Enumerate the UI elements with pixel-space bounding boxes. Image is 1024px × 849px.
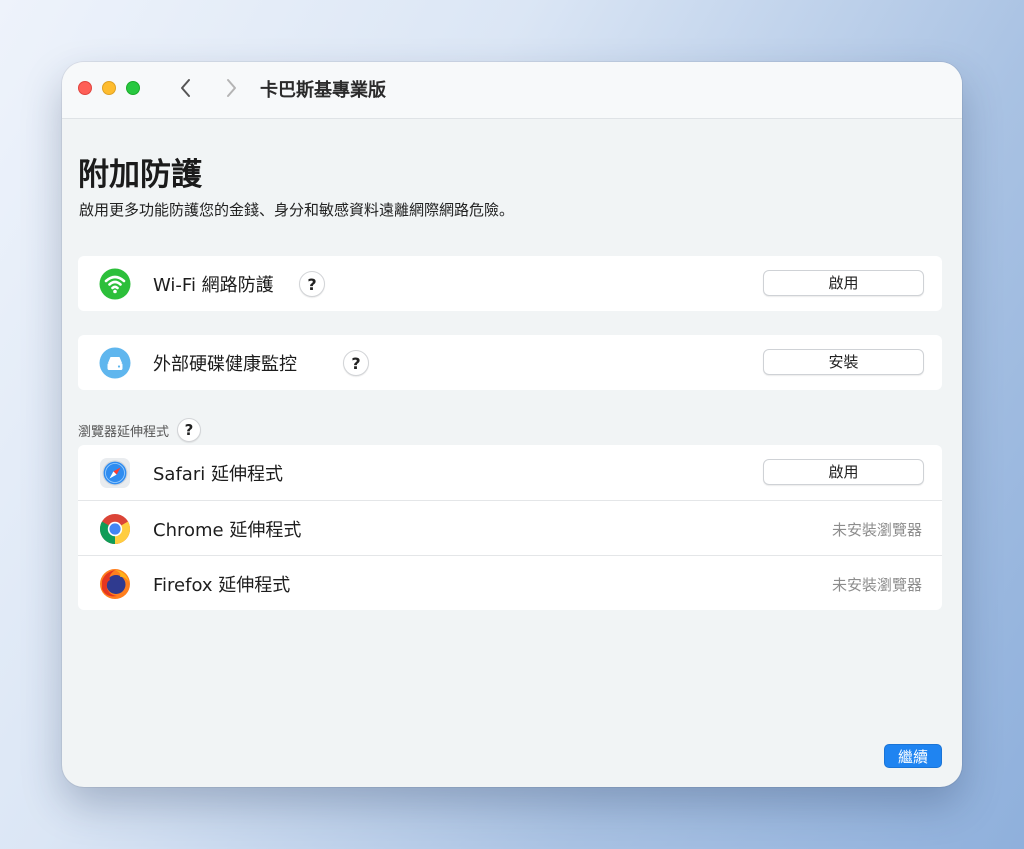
safari-extension-row: Safari 延伸程式 啟用 bbox=[78, 445, 942, 500]
hard-drive-icon bbox=[98, 346, 132, 380]
wifi-protection-row: Wi-Fi 網路防護 ? 啟用 bbox=[78, 256, 942, 311]
firefox-extension-label: Firefox 延伸程式 bbox=[153, 575, 291, 596]
continue-button[interactable]: 繼續 bbox=[884, 744, 942, 768]
chrome-status: 未安裝瀏覽器 bbox=[831, 521, 922, 539]
browser-extensions-card: Safari 延伸程式 啟用 Chrome 延伸程式 未安裝瀏覽器 Firefo… bbox=[78, 445, 942, 610]
firefox-status: 未安裝瀏覽器 bbox=[831, 576, 922, 594]
chrome-extension-label: Chrome 延伸程式 bbox=[153, 520, 302, 541]
browser-extensions-help-button[interactable]: ? bbox=[177, 418, 202, 442]
safari-extension-label: Safari 延伸程式 bbox=[153, 464, 283, 485]
drive-install-button[interactable]: 安裝 bbox=[763, 349, 924, 375]
safari-enable-button[interactable]: 啟用 bbox=[763, 459, 924, 485]
window-title: 卡巴斯基專業版 bbox=[260, 80, 386, 101]
drive-help-button[interactable]: ? bbox=[343, 350, 369, 376]
wifi-help-button[interactable]: ? bbox=[299, 271, 325, 297]
chrome-icon bbox=[98, 512, 132, 546]
chrome-extension-row: Chrome 延伸程式 未安裝瀏覽器 bbox=[78, 500, 942, 555]
wifi-protection-label: Wi-Fi 網路防護 bbox=[153, 275, 274, 296]
title-bar: 卡巴斯基專業版 bbox=[62, 62, 962, 119]
safari-icon bbox=[98, 456, 132, 490]
drive-health-card: 外部硬碟健康監控 ? 安裝 bbox=[78, 335, 942, 390]
minimize-window-button[interactable] bbox=[102, 81, 116, 95]
page-subtitle: 啟用更多功能防護您的金錢、身分和敏感資料遠離網際網路危險。 bbox=[79, 201, 515, 219]
wifi-icon bbox=[98, 267, 132, 301]
browser-extensions-heading: 瀏覽器延伸程式 ? bbox=[78, 418, 202, 442]
forward-chevron-icon[interactable] bbox=[217, 74, 245, 102]
app-window: 卡巴斯基專業版 附加防護 啟用更多功能防護您的金錢、身分和敏感資料遠離網際網路危… bbox=[62, 62, 962, 787]
zoom-window-button[interactable] bbox=[126, 81, 140, 95]
firefox-icon bbox=[98, 567, 132, 601]
browser-extensions-label: 瀏覽器延伸程式 bbox=[78, 424, 170, 440]
wifi-enable-button[interactable]: 啟用 bbox=[763, 270, 924, 296]
close-window-button[interactable] bbox=[78, 81, 92, 95]
page-title: 附加防護 bbox=[78, 157, 202, 193]
back-chevron-icon[interactable] bbox=[172, 74, 200, 102]
wifi-protection-card: Wi-Fi 網路防護 ? 啟用 bbox=[78, 256, 942, 311]
drive-health-row: 外部硬碟健康監控 ? 安裝 bbox=[78, 335, 942, 390]
drive-health-label: 外部硬碟健康監控 bbox=[153, 354, 297, 375]
firefox-extension-row: Firefox 延伸程式 未安裝瀏覽器 bbox=[78, 555, 942, 610]
